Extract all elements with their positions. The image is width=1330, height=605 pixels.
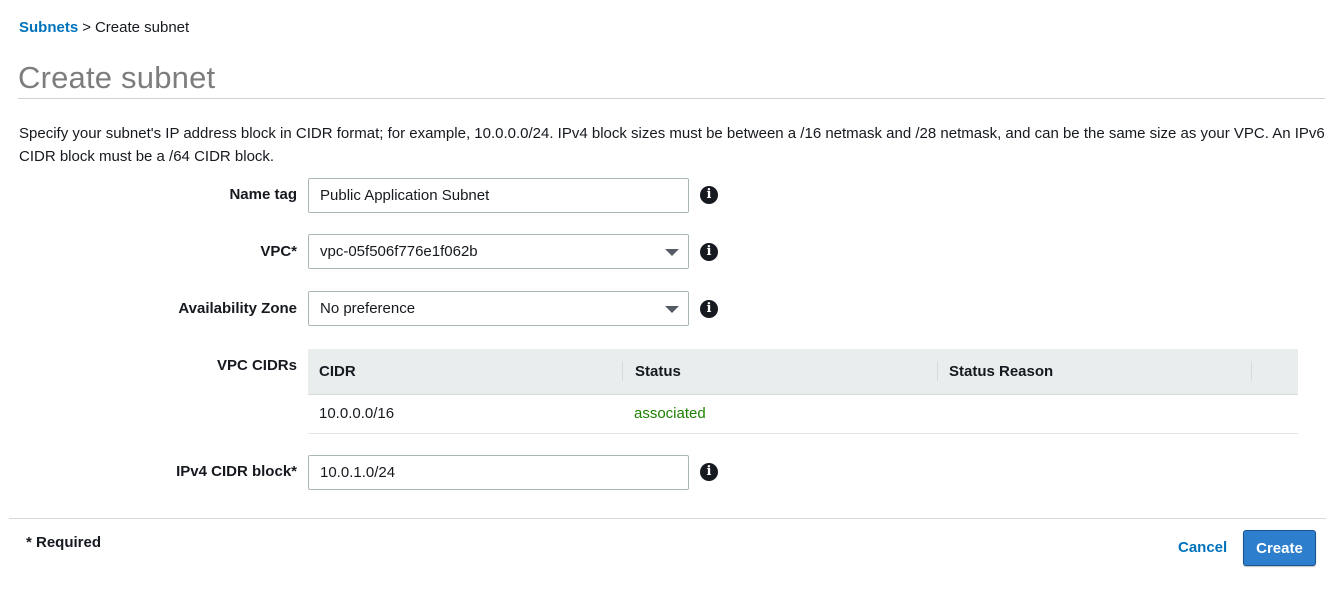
cancel-button[interactable]: Cancel (1178, 539, 1227, 556)
breadcrumb-subnets-link[interactable]: Subnets (19, 19, 78, 36)
page-description: Specify your subnet's IP address block i… (19, 125, 1325, 165)
vpc-selected-value: vpc-05f506f776e1f062b (320, 243, 478, 260)
name-tag-input[interactable]: Public Application Subnet (308, 178, 689, 213)
column-header-status[interactable]: Status (635, 349, 681, 394)
vpc-cidrs-label: VPC CIDRs (216, 357, 297, 374)
name-tag-label: Name tag (229, 186, 297, 203)
vpc-label: VPC* (260, 243, 297, 260)
vpc-info-icon[interactable]: i (700, 243, 718, 261)
vpc-select[interactable]: vpc-05f506f776e1f062b (308, 234, 689, 269)
ipv4-cidr-input[interactable]: 10.0.1.0/24 (308, 455, 689, 490)
column-header-status-reason[interactable]: Status Reason (949, 349, 1053, 394)
name-tag-value: Public Application Subnet (320, 187, 490, 204)
column-divider (622, 361, 623, 381)
availability-zone-label: Availability Zone (178, 300, 297, 317)
required-note: * Required (26, 534, 102, 551)
cidr-cell: 10.0.0.0/16 (319, 405, 395, 422)
table-row: 10.0.0.0/16 associated (308, 395, 1298, 434)
column-header-cidr[interactable]: CIDR (319, 349, 356, 394)
table-header: CIDR Status Status Reason (308, 349, 1298, 395)
vpc-cidrs-table: CIDR Status Status Reason 10.0.0.0/16 as… (308, 349, 1298, 434)
name-tag-info-icon[interactable]: i (700, 186, 718, 204)
footer-divider (9, 518, 1326, 519)
availability-zone-selected-value: No preference (320, 300, 416, 317)
breadcrumb: Subnets > Create subnet (19, 19, 189, 36)
status-cell: associated (634, 405, 706, 422)
chevron-down-icon (665, 249, 679, 256)
column-divider (937, 361, 938, 381)
availability-zone-info-icon[interactable]: i (700, 300, 718, 318)
title-divider (18, 98, 1325, 99)
availability-zone-select[interactable]: No preference (308, 291, 689, 326)
ipv4-cidr-value: 10.0.1.0/24 (320, 464, 396, 481)
ipv4-cidr-info-icon[interactable]: i (700, 463, 718, 481)
ipv4-cidr-label: IPv4 CIDR block* (176, 463, 297, 480)
create-button[interactable]: Create (1243, 530, 1316, 566)
breadcrumb-current: Create subnet (94, 19, 190, 36)
column-divider (1251, 361, 1252, 381)
page-title: Create subnet (18, 60, 216, 95)
chevron-down-icon (665, 306, 679, 313)
breadcrumb-separator: > (82, 19, 91, 36)
